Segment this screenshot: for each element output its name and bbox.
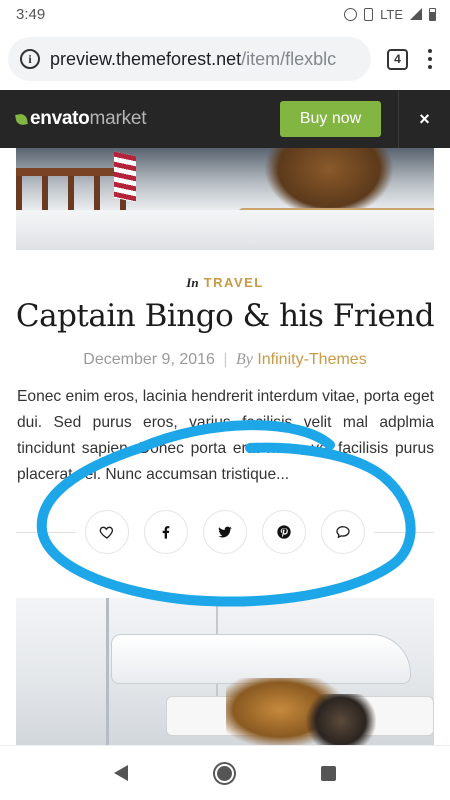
post-image-top[interactable] <box>16 148 434 250</box>
author-link[interactable]: Infinity-Themes <box>257 351 366 368</box>
browser-menu-icon[interactable] <box>418 49 442 69</box>
signal-icon <box>410 8 422 20</box>
url-path: /item/flexblc <box>241 48 337 69</box>
post-excerpt: Eonec enim eros, lacinia hendrerit inter… <box>17 388 434 483</box>
envato-preview-bar: envato market Buy now × <box>0 90 450 148</box>
buy-now-button[interactable]: Buy now <box>280 101 381 137</box>
phone-screen: 3:49 LTE i preview.themeforest.net/item/… <box>0 0 450 800</box>
facebook-share-button[interactable] <box>144 510 188 554</box>
home-icon[interactable] <box>214 763 234 783</box>
back-icon[interactable] <box>113 765 128 781</box>
post-image-second[interactable] <box>16 598 434 745</box>
twitter-share-button[interactable] <box>203 510 247 554</box>
network-type: LTE <box>380 6 403 22</box>
envato-logo[interactable]: envato market <box>15 108 147 130</box>
category-link[interactable]: TRAVEL <box>204 275 264 290</box>
address-bar[interactable]: i preview.themeforest.net/item/flexblc <box>8 37 371 81</box>
twitter-icon <box>218 526 232 538</box>
status-icons: LTE <box>344 7 436 22</box>
browser-toolbar: i preview.themeforest.net/item/flexblc 4 <box>0 28 450 90</box>
alarm-icon <box>344 7 358 21</box>
post-meta: December 9, 2016 | By Infinity-Themes <box>83 351 367 368</box>
share-buttons <box>0 510 450 554</box>
facebook-icon <box>162 526 170 539</box>
post-date: December 9, 2016 <box>83 351 215 368</box>
tab-switcher-button[interactable]: 4 <box>387 48 408 70</box>
url-host: preview.themeforest.net <box>50 48 242 69</box>
meta-separator: | <box>223 351 228 368</box>
battery-icon <box>429 7 436 21</box>
pinterest-share-button[interactable] <box>262 510 306 554</box>
comments-button[interactable] <box>321 510 365 554</box>
heart-icon <box>99 526 114 539</box>
vibrate-icon <box>364 7 374 21</box>
site-info-icon[interactable]: i <box>20 49 40 69</box>
status-time: 3:49 <box>16 5 46 23</box>
like-button[interactable] <box>85 510 129 554</box>
status-bar: 3:49 LTE <box>0 0 450 28</box>
recent-apps-icon[interactable] <box>321 765 337 781</box>
envato-leaf-icon <box>15 112 28 126</box>
pinterest-icon <box>277 525 291 539</box>
comment-icon <box>336 526 350 538</box>
system-navigation-bar <box>0 745 450 800</box>
close-icon[interactable]: × <box>398 90 450 148</box>
post-category: In TRAVEL <box>186 275 264 290</box>
post-title[interactable]: Captain Bingo & his Friend <box>0 298 450 334</box>
